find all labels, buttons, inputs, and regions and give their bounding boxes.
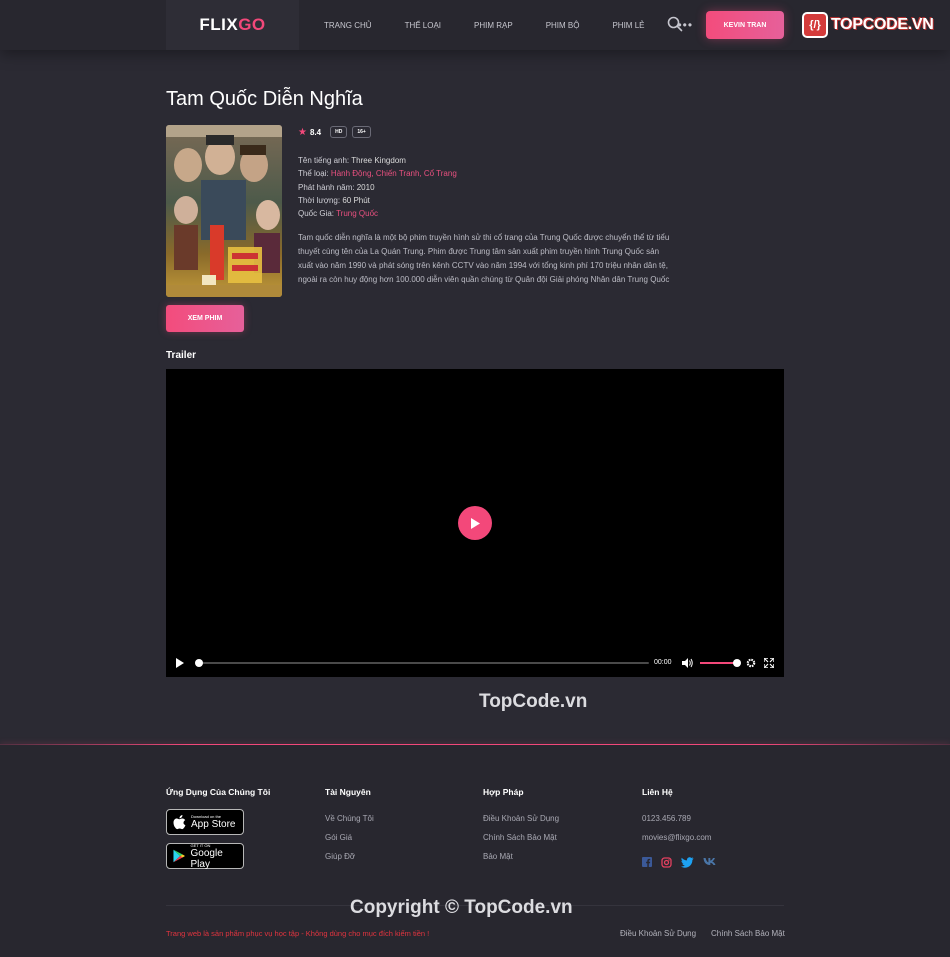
quality-badge: HD (330, 126, 348, 138)
footer-apps-heading: Ứng Dụng Của Chúng Tôi (166, 787, 271, 797)
code-icon: {/} (802, 12, 828, 38)
footer-link-about[interactable]: Về Chúng Tôi (325, 809, 374, 828)
play-button[interactable] (458, 506, 492, 540)
footer-link-terms[interactable]: Điều Khoản Sử Dụng (483, 809, 559, 828)
nav-single[interactable]: PHIM LẺ (612, 21, 644, 30)
footer-legal-column: Hợp Pháp Điều Khoản Sử Dụng Chính Sách B… (483, 787, 559, 866)
google-play-icon (173, 849, 186, 863)
volume-slider[interactable] (700, 662, 737, 664)
copyright-watermark: Copyright © TopCode.vn (350, 897, 573, 918)
nav-genre[interactable]: THỂ LOẠI (405, 21, 441, 30)
fullscreen-icon[interactable] (764, 658, 774, 668)
movie-description: Tam quốc diễn nghĩa là một bộ phim truyề… (298, 233, 670, 285)
info-genre: Thể loại: Hành Động, Chiến Tranh, Cổ Tra… (298, 169, 457, 179)
info-country: Quốc Gia: Trung Quốc (298, 209, 379, 219)
nav-theater[interactable]: PHIM RẠP (474, 21, 513, 30)
nav-series[interactable]: PHIM BỘ (546, 21, 580, 30)
facebook-icon[interactable] (642, 857, 652, 868)
user-account-button[interactable]: KEVIN TRAN (706, 11, 784, 39)
footer-link-help[interactable]: Giúp Đỡ (325, 847, 374, 866)
footer-link-privacy[interactable]: Chính Sách Bảo Mật (483, 828, 559, 847)
footer-apps-column: Ứng Dụng Của Chúng Tôi Download on the A… (166, 787, 270, 877)
social-links (642, 857, 725, 868)
video-progress-bar[interactable] (196, 662, 649, 664)
footer-resources-heading: Tài Nguyên (325, 787, 371, 797)
footer-email[interactable]: movies@flixgo.com (642, 828, 725, 847)
movie-details: ★ 8.4 HD 16+ Tên tiếng anh: Three Kingdo… (298, 126, 678, 287)
app-store-button[interactable]: Download on the App Store (166, 809, 244, 835)
footer-contact-column: Liên Hệ 0123.456.789 movies@flixgo.com (642, 787, 725, 868)
topcode-badge-text: TOPCODE.VN (831, 16, 934, 33)
nav-home[interactable]: TRANG CHỦ (324, 21, 372, 30)
genre-links[interactable]: Hành Động, Chiến Tranh, Cổ Trang (331, 169, 457, 178)
topcode-badge: {/} TOPCODE.VN (802, 10, 934, 40)
trailer-video-player[interactable]: 00:00 (166, 369, 784, 677)
top-header: FLIXGO TRANG CHỦ THỂ LOẠI PHIM RẠP PHIM … (0, 0, 950, 50)
footer-bottom-privacy[interactable]: Chính Sách Bảo Mật (711, 929, 785, 938)
rating-value: 8.4 (309, 127, 322, 137)
country-link[interactable]: Trung Quốc (336, 209, 378, 218)
main-nav: TRANG CHỦ THỂ LOẠI PHIM RẠP PHIM BỘ PHIM… (324, 0, 693, 50)
video-time: 00:00 (654, 659, 672, 666)
search-icon[interactable] (667, 16, 683, 32)
footer-disclaimer: Trang web là sản phẩm phục vụ học tập - … (166, 929, 430, 938)
logo-box[interactable]: FLIXGO (166, 0, 299, 50)
footer-phone[interactable]: 0123.456.789 (642, 809, 725, 828)
settings-gear-icon[interactable] (746, 658, 756, 668)
footer: Ứng Dụng Của Chúng Tôi Download on the A… (0, 745, 950, 957)
google-play-button[interactable]: GET IT ON Google Play (166, 843, 244, 870)
volume-handle[interactable] (733, 659, 741, 667)
volume-icon[interactable] (682, 658, 693, 668)
watermark-middle: TopCode.vn (479, 691, 588, 712)
vk-icon[interactable] (703, 857, 716, 868)
play-icon (471, 517, 480, 529)
footer-contact-heading: Liên Hệ (642, 787, 673, 797)
footer-link-pricing[interactable]: Gói Giá (325, 828, 374, 847)
age-badge: 16+ (352, 126, 371, 138)
page-title: Tam Quốc Diễn Nghĩa (166, 88, 363, 110)
meta-row: ★ 8.4 HD 16+ (298, 126, 678, 138)
video-controls: 00:00 (166, 657, 784, 669)
footer-link-security[interactable]: Bảo Mật (483, 847, 559, 866)
trailer-heading: Trailer (166, 350, 197, 361)
footer-legal-heading: Hợp Pháp (483, 787, 524, 797)
info-english-name: Tên tiếng anh: Three Kingdom (298, 156, 406, 165)
info-release-year: Phát hành năm: 2010 (298, 182, 375, 192)
control-play-icon[interactable] (175, 658, 184, 668)
footer-resources-column: Tài Nguyên Về Chúng Tôi Gói Giá Giúp Đỡ (325, 787, 374, 866)
footer-bottom-terms[interactable]: Điều Khoản Sử Dụng (620, 929, 696, 938)
logo[interactable]: FLIXGO (199, 15, 265, 35)
info-duration: Thời lượng: 60 Phút (298, 195, 370, 205)
twitter-icon[interactable] (681, 857, 694, 868)
movie-info: Tên tiếng anh: Three Kingdom Thể loại: H… (298, 154, 678, 220)
movie-poster (166, 125, 282, 297)
instagram-icon[interactable] (661, 857, 672, 868)
apple-icon (173, 814, 186, 829)
watch-movie-button[interactable]: XEM PHIM (166, 305, 244, 332)
progress-handle[interactable] (195, 659, 203, 667)
star-icon: ★ (298, 126, 307, 138)
